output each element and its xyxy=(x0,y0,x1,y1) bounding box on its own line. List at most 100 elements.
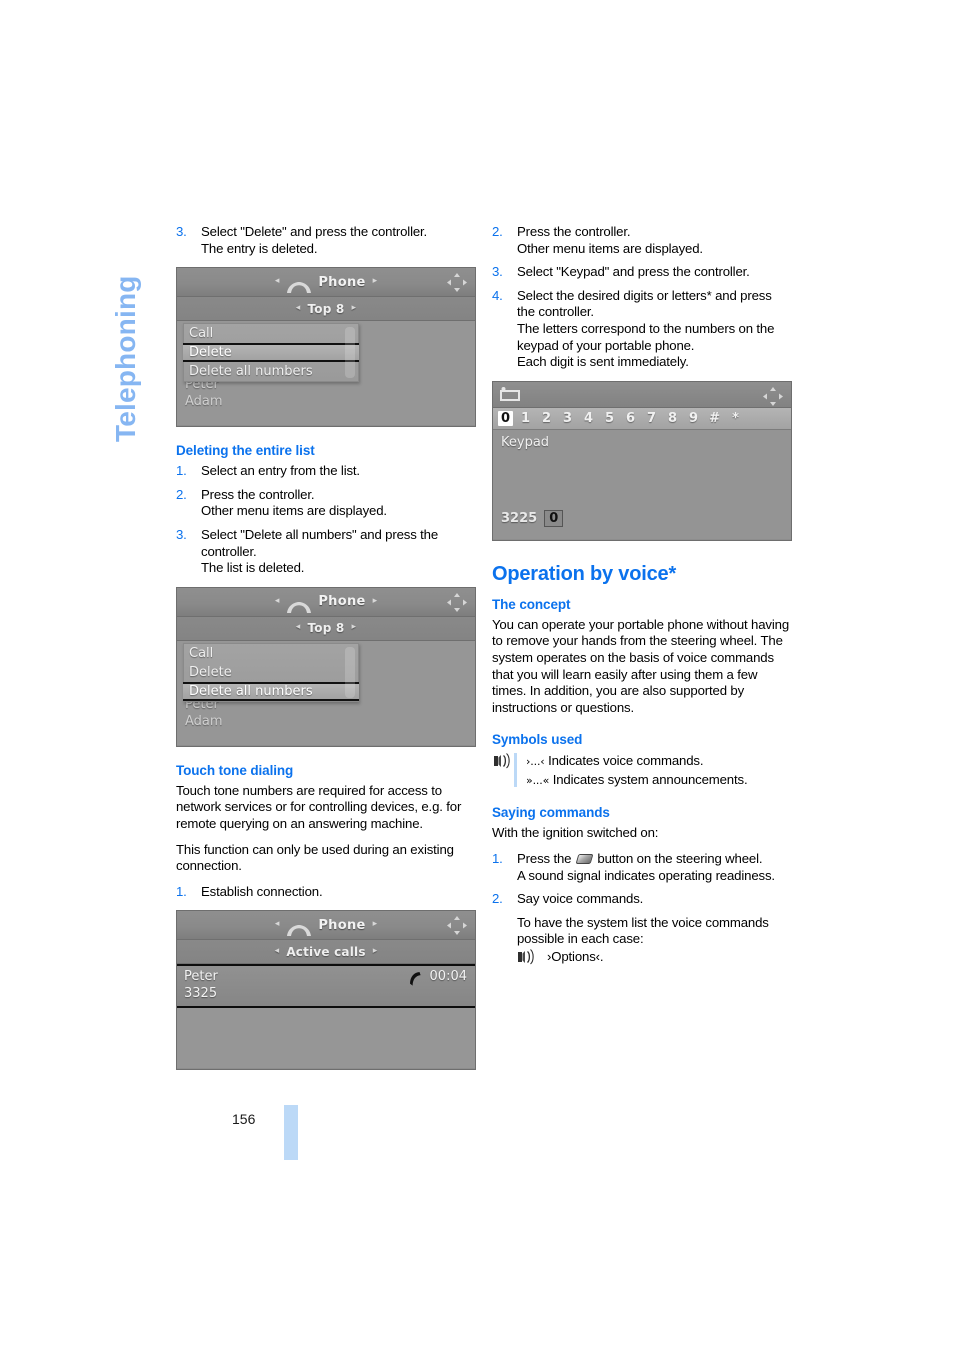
step-text: Select an entry from the list. xyxy=(201,463,360,479)
menu-item-delete-all[interactable]: Delete all numbers xyxy=(184,362,358,381)
arrow-right-icon[interactable]: ▸ xyxy=(373,946,378,956)
keypad-key-3[interactable]: 3 xyxy=(560,411,575,426)
step-text: Say voice commands. xyxy=(517,891,644,907)
step-number: 3. xyxy=(492,264,503,280)
right-column: 2. Press the controller. Other menu item… xyxy=(492,224,792,973)
menu-item-delete[interactable]: Delete xyxy=(184,663,358,682)
arrow-right-icon[interactable]: ▸ xyxy=(373,919,378,929)
step-subtext: The list is deleted. xyxy=(201,560,305,576)
options-voice-command: ›Options‹. xyxy=(547,948,604,964)
keypad-key-7[interactable]: 7 xyxy=(644,411,659,426)
scrollbar[interactable] xyxy=(345,646,355,698)
screen-header: ◂ Phone ▸ xyxy=(177,268,475,298)
phone-handset-icon xyxy=(286,279,312,294)
list-item: 3. Select "Keypad" and press the control… xyxy=(492,264,792,281)
voice-command-marks: ›...‹ xyxy=(526,755,545,769)
screen-title: Phone xyxy=(318,917,366,933)
list-item[interactable]: Adam xyxy=(185,713,223,730)
scrollbar[interactable] xyxy=(345,327,355,379)
list-item[interactable]: Adam xyxy=(185,393,223,410)
step-list-delete-entry: 3. Select "Delete" and press the control… xyxy=(176,224,476,257)
keypad-key-2[interactable]: 2 xyxy=(539,411,554,426)
arrow-right-icon[interactable]: ▸ xyxy=(373,596,378,606)
list-item: 3. Select "Delete all numbers" and press… xyxy=(176,527,476,577)
keypad-key-star[interactable]: * xyxy=(728,411,743,426)
screen-subheader: ◂ Top 8 ▸ xyxy=(177,616,475,641)
keypad-key-6[interactable]: 6 xyxy=(623,411,638,426)
back-icon[interactable] xyxy=(500,386,522,402)
screen-title: Phone xyxy=(318,594,366,610)
step-subtext-2: Each digit is sent immediately. xyxy=(517,354,689,370)
keypad-key-hash[interactable]: # xyxy=(707,411,722,426)
screen-subheader: ◂ Top 8 ▸ xyxy=(177,297,475,322)
step-text: Select the desired digits or letters* an… xyxy=(517,287,772,320)
arrow-left-icon[interactable]: ◂ xyxy=(296,622,301,632)
step-text-post: button on the steering wheel. xyxy=(597,850,763,866)
phone-handset-icon xyxy=(286,922,312,937)
keypad-key-9[interactable]: 9 xyxy=(686,411,701,426)
step-number: 2. xyxy=(492,224,503,239)
chapter-tab-label: Telephoning xyxy=(110,275,141,442)
active-call-row[interactable]: Peter 3325 00:04 xyxy=(177,964,475,1009)
saying-commands-intro: With the ignition switched on: xyxy=(492,825,659,841)
menu-item-call[interactable]: Call xyxy=(184,644,358,663)
idrive-screen-delete-all: ◂ Phone ▸ ◂ Top 8 ▸ Peter Adam Call Dele… xyxy=(176,586,476,747)
phone-handset-icon xyxy=(286,599,312,613)
keypad-key-0[interactable]: 0 xyxy=(498,410,514,426)
screen-header: ◂ Phone ▸ xyxy=(177,911,475,941)
step-text: Select "Delete" and press the controller… xyxy=(201,224,428,239)
arrow-right-icon[interactable]: ▸ xyxy=(351,622,356,632)
keypad-key-5[interactable]: 5 xyxy=(602,411,617,426)
heading-symbols-used: Symbols used xyxy=(492,732,583,748)
symbol-line-system-announcements: »...« Indicates system announcements. xyxy=(526,771,792,790)
arrow-left-icon[interactable]: ◂ xyxy=(275,946,280,956)
arrow-right-icon[interactable]: ▸ xyxy=(351,303,356,313)
screen-body: Keypad 3225 0 xyxy=(493,429,791,539)
arrow-left-icon[interactable]: ◂ xyxy=(275,276,280,286)
manual-page: Telephoning 3. Select "Delete" and press… xyxy=(0,0,954,1351)
keypad-key-4[interactable]: 4 xyxy=(581,411,596,426)
step-list-touch-tone: 1. Establish connection. xyxy=(176,884,476,901)
idrive-screen-delete: ◂ Phone ▸ ◂ Top 8 ▸ Peter Adam Call Dele… xyxy=(176,267,476,428)
step-subtext: To have the system list the voice comman… xyxy=(517,914,769,947)
keypad-key-1[interactable]: 1 xyxy=(518,411,533,426)
list-item: 1. Press the button on the steering whee… xyxy=(492,851,792,884)
symbols-accent-bar xyxy=(514,753,517,788)
screen-header xyxy=(493,381,791,408)
step-text: Press the controller. xyxy=(201,486,315,502)
step-number: 2. xyxy=(176,486,187,502)
heading-saying-commands: Saying commands xyxy=(492,805,610,821)
step-subtext: The entry is deleted. xyxy=(201,240,318,256)
screen-body: x x x Peter Adam Call Delete Delete all … xyxy=(177,321,475,426)
touch-tone-paragraph-2: This function can only be used during an… xyxy=(176,841,454,874)
step-number: 2. xyxy=(492,891,503,907)
step-text: Press the controller. xyxy=(517,224,631,239)
arrow-left-icon[interactable]: ◂ xyxy=(275,919,280,929)
concept-paragraph: You can operate your portable phone with… xyxy=(492,616,790,715)
system-announcement-marks: »...« xyxy=(526,773,550,787)
keypad-key-8[interactable]: 8 xyxy=(665,411,680,426)
step-number: 4. xyxy=(492,287,503,303)
screen-subheader-label: Top 8 xyxy=(307,301,345,316)
step-number: 3. xyxy=(176,526,187,542)
step-text-pre: Press the xyxy=(517,850,572,866)
arrow-right-icon[interactable]: ▸ xyxy=(373,276,378,286)
step-list-delete-all: 1. Select an entry from the list. 2. Pre… xyxy=(176,463,476,577)
voice-command-icon xyxy=(517,948,535,966)
touch-tone-paragraph-1: Touch tone numbers are required for acce… xyxy=(176,782,462,831)
arrow-left-icon[interactable]: ◂ xyxy=(296,303,301,313)
menu-item-delete[interactable]: Delete xyxy=(183,343,359,363)
arrow-left-icon[interactable]: ◂ xyxy=(275,596,280,606)
list-item: 3. Select "Delete" and press the control… xyxy=(176,224,476,257)
caller-number: 3325 xyxy=(184,986,218,1002)
step-text: Select "Delete all numbers" and press th… xyxy=(201,526,439,559)
keypad-entry-cursor: 0 xyxy=(544,509,564,527)
step-number: 1. xyxy=(492,850,503,866)
menu-item-call[interactable]: Call xyxy=(184,324,358,343)
context-menu: Call Delete Delete all numbers xyxy=(183,323,359,383)
step-number: 3. xyxy=(176,224,187,239)
caller-name: Peter xyxy=(184,969,218,985)
keypad-entry-digits: 3225 xyxy=(501,510,538,526)
heading-the-concept: The concept xyxy=(492,596,571,612)
menu-item-delete-all[interactable]: Delete all numbers xyxy=(183,681,359,701)
